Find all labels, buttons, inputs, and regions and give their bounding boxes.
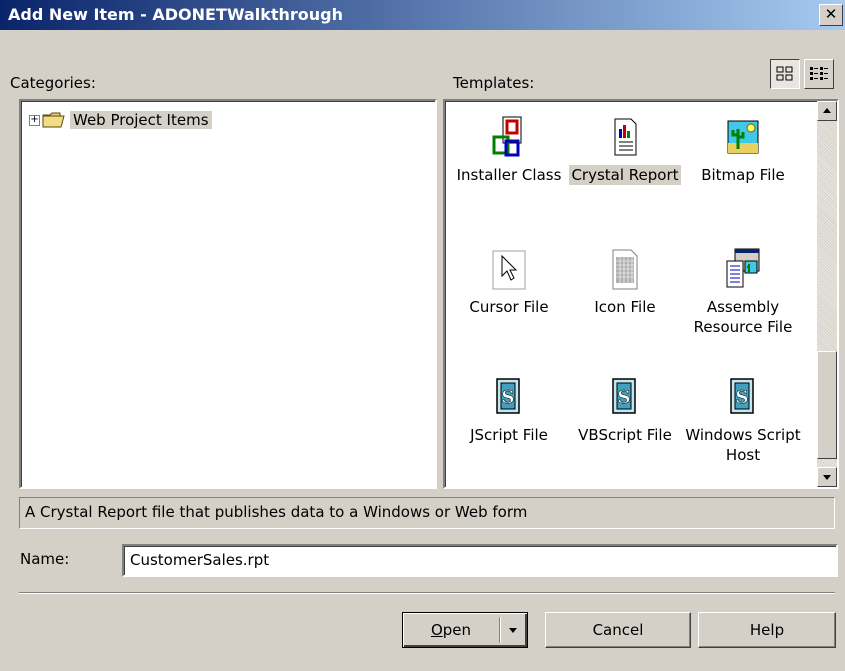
script-file-icon: S [496,378,520,414]
template-label: JScript File [470,426,548,444]
folder-icon [42,112,65,128]
small-icons-view-icon [810,67,828,80]
template-jscript-file[interactable]: S JScript File [449,375,569,445]
categories-label: Categories: [10,74,96,92]
template-label: Windows Script Host [685,426,801,464]
template-label: Installer Class [456,166,562,184]
scroll-down-button[interactable] [817,467,837,487]
templates-label: Templates: [453,74,535,92]
script-file-icon: S [730,378,754,414]
template-vbscript-file[interactable]: S VBScript File [565,375,685,445]
expand-icon[interactable]: + [29,114,40,126]
title-bar[interactable]: Add New Item - ADONETWalkthrough ✕ [0,0,845,30]
script-file-icon: S [612,378,636,414]
svg-text:S: S [618,387,631,408]
large-icons-view-icon [776,66,793,81]
scroll-down-icon [823,475,831,480]
name-input-value: CustomerSales.rpt [130,551,270,569]
templates-scrollbar[interactable] [817,101,837,487]
open-button-label: Open [403,613,499,647]
templates-list[interactable]: Installer Class Crystal Report Bitmap Fi… [443,99,839,489]
chevron-down-icon [509,628,517,633]
template-icon-file[interactable]: Icon File [565,247,685,317]
open-mnemonic: O [430,621,443,639]
template-label: VBScript File [578,426,672,444]
crystal-report-icon [614,118,637,156]
open-label-rest: pen [442,621,472,639]
categories-tree[interactable]: + Web Project Items [19,99,437,489]
description-box: A Crystal Report file that publishes dat… [19,497,835,529]
template-windows-script-host[interactable]: S Windows Script Host [683,375,803,465]
icon-file-icon [612,249,638,290]
name-input[interactable]: CustomerSales.rpt [122,544,838,577]
help-button[interactable]: Help [698,612,836,648]
scroll-up-button[interactable] [817,101,837,121]
window-title: Add New Item - ADONETWalkthrough [8,5,344,24]
large-icons-view-button[interactable] [770,59,800,89]
template-label: Icon File [594,298,656,316]
tree-item-web-project-items[interactable]: + Web Project Items [29,111,212,129]
name-label: Name: [20,550,70,568]
cursor-file-icon [492,250,526,290]
open-dropdown-button[interactable] [501,613,525,647]
template-crystal-report[interactable]: Crystal Report [565,115,685,185]
scroll-thumb[interactable] [817,351,837,459]
tree-item-label: Web Project Items [70,111,212,129]
template-label: Assembly Resource File [693,298,793,336]
description-text: A Crystal Report file that publishes dat… [25,503,528,521]
template-label: Crystal Report [569,165,681,185]
template-assembly-resource-file[interactable]: Assembly Resource File [683,247,803,337]
bitmap-file-icon [727,120,759,154]
scroll-up-icon [823,108,831,113]
divider [19,592,835,594]
template-cursor-file[interactable]: Cursor File [449,247,569,317]
close-button[interactable]: ✕ [819,4,843,26]
svg-text:S: S [736,387,749,408]
add-new-item-dialog: Add New Item - ADONETWalkthrough ✕ Categ… [0,0,845,671]
assembly-resource-file-icon [726,248,760,288]
cancel-button[interactable]: Cancel [545,612,691,648]
template-label: Cursor File [469,298,549,316]
template-label: Bitmap File [701,166,785,184]
small-icons-view-button[interactable] [804,59,834,89]
svg-text:S: S [502,387,515,408]
template-installer-class[interactable]: Installer Class [449,115,569,185]
installer-class-icon [492,116,522,157]
close-icon: ✕ [824,5,838,23]
template-bitmap-file[interactable]: Bitmap File [683,115,803,185]
open-button[interactable]: Open [402,612,528,648]
